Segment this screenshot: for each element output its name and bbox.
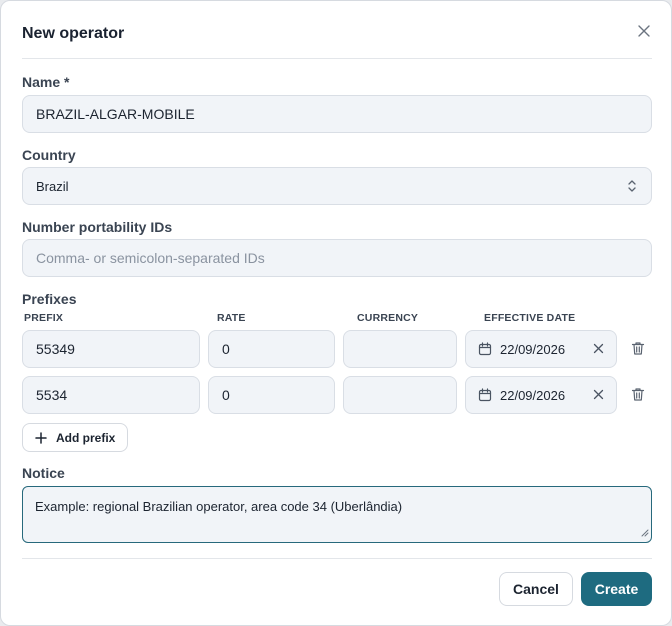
resize-grip-icon[interactable] bbox=[641, 525, 649, 540]
add-prefix-button[interactable]: Add prefix bbox=[22, 423, 128, 452]
footer-divider bbox=[22, 558, 652, 559]
col-prefix: PREFIX bbox=[24, 312, 64, 324]
chevron-up-down-icon bbox=[627, 179, 637, 196]
prefix-value: 55349 bbox=[36, 341, 75, 357]
col-currency: CURRENCY bbox=[357, 312, 419, 324]
country-label: Country bbox=[22, 147, 76, 163]
effective-date-input[interactable]: 22/09/2026 bbox=[465, 330, 617, 368]
currency-input[interactable] bbox=[343, 330, 457, 368]
trash-icon bbox=[631, 342, 645, 355]
delete-prefix-button[interactable] bbox=[631, 341, 647, 357]
notice-value: Example: regional Brazilian operator, ar… bbox=[35, 499, 403, 514]
close-button[interactable] bbox=[634, 21, 654, 41]
rate-input[interactable]: 0 bbox=[208, 330, 335, 368]
rate-value: 0 bbox=[222, 341, 230, 357]
clear-date-icon[interactable] bbox=[593, 389, 604, 400]
dialog-title: New operator bbox=[22, 25, 125, 42]
clear-date-icon[interactable] bbox=[593, 343, 604, 354]
name-label: Name * bbox=[22, 74, 70, 90]
plus-icon bbox=[35, 431, 47, 444]
delete-prefix-button[interactable] bbox=[631, 387, 647, 403]
notice-label: Notice bbox=[22, 465, 65, 481]
create-button[interactable]: Create bbox=[581, 572, 652, 606]
effective-date-value: 22/09/2026 bbox=[500, 387, 566, 403]
currency-input[interactable] bbox=[343, 376, 457, 414]
name-input[interactable]: BRAZIL-ALGAR-MOBILE bbox=[22, 95, 652, 133]
col-rate: RATE bbox=[217, 312, 246, 324]
new-operator-dialog: New operator Name * BRAZIL-ALGAR-MOBILE … bbox=[0, 0, 672, 626]
rate-value: 0 bbox=[222, 387, 230, 403]
effective-date-input[interactable]: 22/09/2026 bbox=[465, 376, 617, 414]
close-icon bbox=[638, 25, 650, 37]
country-value: Brazil bbox=[36, 178, 69, 194]
portability-placeholder: Comma- or semicolon-separated IDs bbox=[36, 250, 265, 266]
effective-date-value: 22/09/2026 bbox=[500, 341, 566, 357]
rate-input[interactable]: 0 bbox=[208, 376, 335, 414]
notice-textarea[interactable]: Example: regional Brazilian operator, ar… bbox=[22, 486, 652, 543]
prefix-value: 5534 bbox=[36, 387, 68, 403]
calendar-icon bbox=[478, 342, 492, 356]
cancel-button[interactable]: Cancel bbox=[499, 572, 573, 606]
calendar-icon bbox=[478, 388, 492, 402]
portability-input[interactable]: Comma- or semicolon-separated IDs bbox=[22, 239, 652, 277]
add-prefix-label: Add prefix bbox=[56, 430, 116, 445]
col-effective-date: EFFECTIVE DATE bbox=[484, 312, 576, 324]
portability-label: Number portability IDs bbox=[22, 219, 173, 235]
prefix-input[interactable]: 5534 bbox=[22, 376, 200, 414]
name-value: BRAZIL-ALGAR-MOBILE bbox=[36, 106, 195, 122]
prefixes-label: Prefixes bbox=[22, 291, 77, 307]
country-select[interactable]: Brazil bbox=[22, 167, 652, 205]
header-divider bbox=[22, 58, 652, 59]
trash-icon bbox=[631, 388, 645, 401]
prefix-input[interactable]: 55349 bbox=[22, 330, 200, 368]
